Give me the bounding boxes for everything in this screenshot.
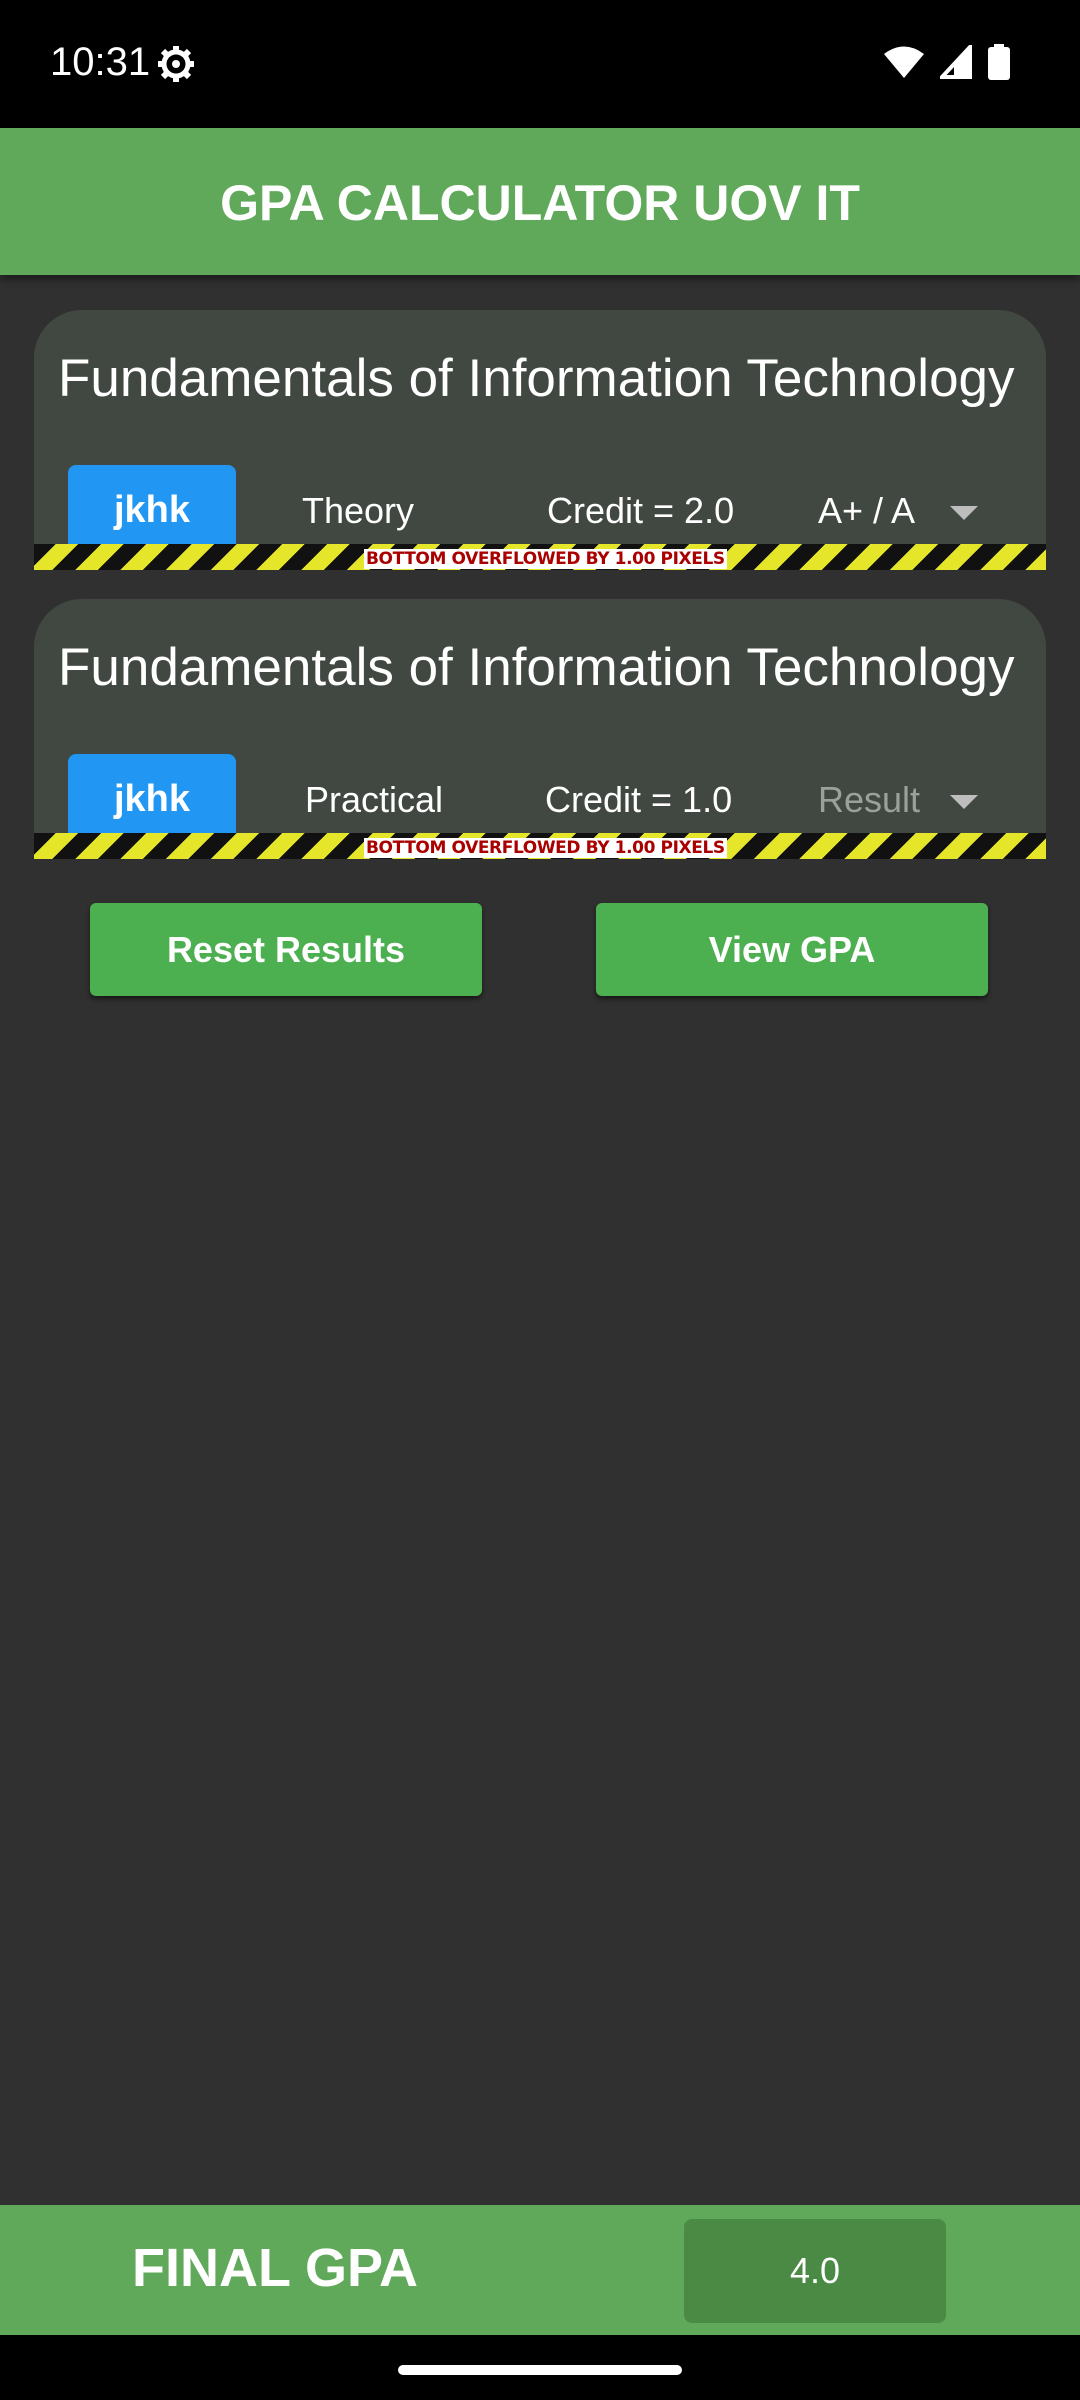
course-card: Fundamentals of Information Technology j…: [34, 599, 1046, 859]
course-code-chip[interactable]: jkhk: [68, 465, 236, 555]
view-gpa-button[interactable]: View GPA: [596, 903, 988, 996]
course-title: Fundamentals of Information Technology: [58, 349, 1015, 408]
course-code-chip[interactable]: jkhk: [68, 754, 236, 844]
status-bar: 10:31: [0, 0, 1080, 128]
grade-dropdown-value: A+ / A: [818, 490, 916, 531]
app-bar: GPA CALCULATOR UOV IT: [0, 128, 1080, 275]
page-title: GPA CALCULATOR UOV IT: [220, 175, 860, 231]
course-credit-label: Credit = 1.0: [545, 779, 733, 820]
final-gpa-value: 4.0: [684, 2219, 946, 2323]
settings-gear-icon: [156, 44, 196, 89]
system-nav-bar: [0, 2335, 1080, 2400]
course-type-label: Practical: [305, 779, 444, 820]
course-card: Fundamentals of Information Technology j…: [34, 310, 1046, 570]
final-gpa-label: FINAL GPA: [132, 2238, 419, 2298]
overflow-warning-label: BOTTOM OVERFLOWED BY 1.00 PIXELS: [364, 838, 727, 858]
wifi-icon: [884, 45, 924, 84]
course-type-label: Theory: [302, 490, 415, 531]
final-gpa-bar: FINAL GPA 4.0: [0, 2205, 1080, 2335]
gesture-handle[interactable]: [398, 2365, 682, 2375]
cellular-signal-icon: [937, 41, 972, 84]
overflow-warning-label: BOTTOM OVERFLOWED BY 1.00 PIXELS: [364, 549, 727, 569]
overflow-warning-strip: BOTTOM OVERFLOWED BY 1.00 PIXELS: [34, 833, 1046, 859]
status-time: 10:31: [50, 40, 151, 84]
chevron-down-icon: [950, 506, 978, 520]
chevron-down-icon: [950, 795, 978, 809]
course-credit-label: Credit = 2.0: [547, 490, 735, 531]
grade-dropdown-placeholder: Result: [818, 779, 921, 820]
course-title: Fundamentals of Information Technology: [58, 638, 1015, 697]
battery-icon: [988, 44, 1010, 85]
reset-results-button[interactable]: Reset Results: [90, 903, 482, 996]
overflow-warning-strip: BOTTOM OVERFLOWED BY 1.00 PIXELS: [34, 544, 1046, 570]
